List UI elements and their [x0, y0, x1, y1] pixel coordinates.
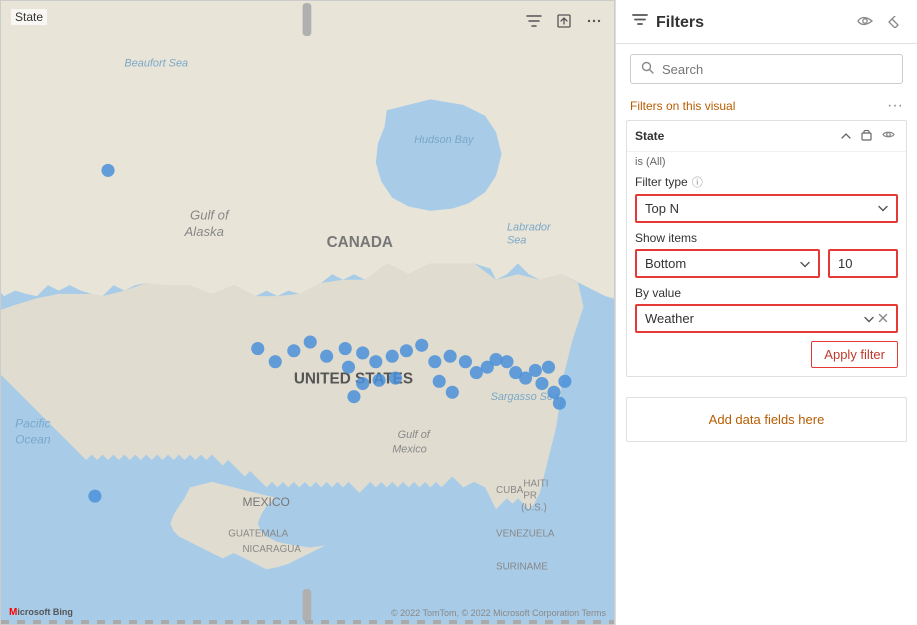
- state-filter-header: State: [627, 121, 906, 152]
- filter-icon: [632, 12, 648, 33]
- state-filter-actions: [838, 127, 898, 145]
- svg-text:Labrador: Labrador: [507, 222, 551, 234]
- show-items-label: Show items: [635, 231, 898, 245]
- svg-text:SURINAME: SURINAME: [496, 561, 548, 572]
- filter-type-value: Top N: [645, 201, 878, 216]
- state-filter-eye-button[interactable]: [879, 128, 898, 144]
- map-copyright: © 2022 TomTom, © 2022 Microsoft Corporat…: [391, 608, 606, 618]
- add-data-fields: Add data fields here: [626, 397, 907, 442]
- filters-expand-button[interactable]: [883, 13, 901, 33]
- svg-text:Gulf of: Gulf of: [190, 208, 230, 223]
- state-filter-subtitle: is (All): [635, 156, 898, 168]
- filter-type-label: Filter type ⓘ: [635, 174, 898, 190]
- filter-type-chevron-icon: [878, 203, 888, 215]
- search-input[interactable]: [662, 62, 892, 77]
- svg-text:Sea: Sea: [507, 235, 526, 247]
- state-filter-collapse-button[interactable]: [838, 128, 854, 144]
- svg-text:Mexico: Mexico: [392, 443, 427, 455]
- svg-text:Alaska: Alaska: [184, 224, 224, 239]
- filter-type-info-icon: ⓘ: [692, 174, 703, 190]
- by-value-label: By value: [635, 286, 898, 300]
- filter-type-select[interactable]: Top N: [635, 194, 898, 223]
- svg-text:MEXICO: MEXICO: [242, 495, 289, 509]
- section-more-button[interactable]: ···: [887, 98, 903, 114]
- map-bing-logo: Microsoft Bing: [9, 607, 73, 618]
- by-value-actions: [864, 311, 888, 326]
- map-filter-button[interactable]: [522, 9, 546, 33]
- filters-header: Filters: [616, 0, 917, 44]
- state-filter-title: State: [635, 129, 664, 143]
- by-value-clear-button[interactable]: [878, 311, 888, 326]
- svg-text:PR: PR: [523, 490, 537, 501]
- svg-text:NICARAGUA: NICARAGUA: [242, 544, 301, 555]
- map-panel: State: [0, 0, 615, 625]
- map-container: State: [0, 0, 615, 625]
- svg-text:Hudson Bay: Hudson Bay: [414, 134, 474, 146]
- svg-text:CUBA: CUBA: [496, 485, 524, 496]
- svg-text:VENEZUELA: VENEZUELA: [496, 529, 555, 540]
- section-title: Filters on this visual: [630, 99, 735, 113]
- map-title: State: [11, 9, 47, 25]
- show-count-input[interactable]: [838, 256, 888, 271]
- svg-text:HAITI: HAITI: [523, 478, 548, 489]
- svg-text:GUATEMALA: GUATEMALA: [228, 529, 288, 540]
- main-wrapper: State: [0, 0, 917, 625]
- map-svg: Pacific Ocean Gulf of Alaska Beaufort Se…: [1, 1, 614, 624]
- map-more-button[interactable]: [582, 9, 606, 33]
- state-filter-body: is (All) Filter type ⓘ Top N: [627, 152, 906, 376]
- show-direction-value: Bottom: [645, 256, 800, 271]
- by-value-chevron-button[interactable]: [864, 311, 874, 326]
- map-bottom-dashed: [1, 620, 614, 624]
- map-export-button[interactable]: [552, 9, 576, 33]
- section-header: Filters on this visual ···: [616, 94, 917, 120]
- svg-text:Ocean: Ocean: [15, 433, 51, 447]
- svg-text:Pacific: Pacific: [15, 416, 50, 430]
- by-value-text: Weather: [645, 311, 864, 326]
- state-filter-lock-button[interactable]: [858, 127, 875, 145]
- show-direction-chevron-icon: [800, 256, 810, 271]
- filters-title: Filters: [656, 14, 847, 32]
- search-icon: [641, 61, 654, 77]
- svg-text:Gulf of: Gulf of: [398, 429, 431, 441]
- svg-text:(U.S.): (U.S.): [521, 502, 547, 513]
- state-filter-card: State: [626, 120, 907, 377]
- filters-eye-button[interactable]: [855, 12, 875, 33]
- map-toolbar: [522, 9, 606, 33]
- svg-text:CANADA: CANADA: [327, 234, 393, 251]
- apply-filter-button[interactable]: Apply filter: [811, 341, 898, 368]
- show-items-row: Bottom: [635, 249, 898, 278]
- filters-panel: Filters: [615, 0, 917, 625]
- show-count-input-container[interactable]: [828, 249, 898, 278]
- svg-text:Beaufort Sea: Beaufort Sea: [124, 58, 188, 70]
- show-direction-select[interactable]: Bottom: [635, 249, 820, 278]
- by-value-select[interactable]: Weather: [635, 304, 898, 333]
- search-box[interactable]: [630, 54, 903, 84]
